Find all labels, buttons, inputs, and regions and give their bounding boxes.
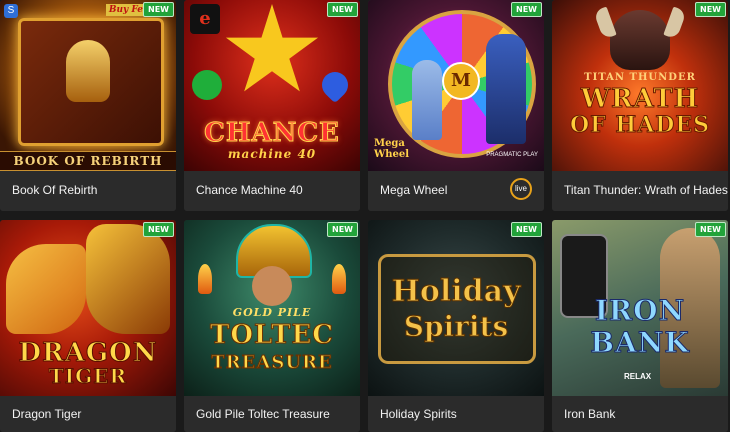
toltec-face (252, 266, 292, 306)
host-man (486, 34, 526, 144)
game-art-title: Holiday (391, 274, 521, 310)
game-title: Iron Bank (564, 407, 616, 421)
new-badge: NEW (695, 222, 726, 237)
game-art-title: CHANCE (204, 118, 340, 149)
new-badge: NEW (695, 2, 726, 17)
new-badge: NEW (511, 222, 542, 237)
provider-label: RELAX (624, 372, 652, 381)
horn-right (663, 6, 687, 40)
game-art-bottom: Spirits (403, 310, 509, 344)
game-thumbnail[interactable]: TITAN THUNDER WRATH OF HADES NEW (552, 0, 728, 172)
game-thumbnail[interactable]: DRAGON TIGER NEW (0, 220, 176, 396)
game-grid: Buy Fe S BOOK OF REBIRTH NEW Book Of Reb… (0, 0, 730, 432)
game-art-bottom: TIGER (48, 364, 128, 389)
game-thumbnail[interactable]: Buy Fe S BOOK OF REBIRTH NEW (0, 0, 176, 172)
game-thumbnail[interactable]: IRON BANK RELAX NEW (552, 220, 728, 396)
game-art-title: IRON (594, 294, 686, 328)
game-art-bottom: BANK (590, 326, 690, 360)
game-card-chance-machine-40[interactable]: e CHANCE machine 40 NEW Chance Machine 4… (184, 0, 360, 211)
game-caption: Chance Machine 40 (184, 171, 360, 211)
game-card-book-of-rebirth[interactable]: Buy Fe S BOOK OF REBIRTH NEW Book Of Reb… (0, 0, 176, 211)
new-badge: NEW (327, 222, 358, 237)
game-title: Titan Thunder: Wrath of Hades (564, 183, 728, 197)
game-caption: Gold Pile Toltec Treasure (184, 396, 360, 432)
star-art (225, 4, 319, 92)
hades-head (610, 10, 670, 70)
new-badge: NEW (143, 222, 174, 237)
game-thumbnail[interactable]: GOLD PILE TOLTEC TREASURE NEW (184, 220, 360, 396)
game-card-mega-wheel[interactable]: M Mega Wheel PRAGMATIC PLAY NEW Mega Whe… (368, 0, 544, 211)
live-badge: live (510, 178, 532, 200)
game-caption: Titan Thunder: Wrath of Hades (552, 171, 728, 211)
spade-icon (316, 66, 354, 104)
game-card-dragon-tiger[interactable]: DRAGON TIGER NEW Dragon Tiger (0, 220, 176, 432)
game-caption: Iron Bank (552, 396, 728, 432)
game-thumbnail[interactable]: M Mega Wheel PRAGMATIC PLAY NEW (368, 0, 544, 172)
game-art-top: GOLD PILE (232, 306, 312, 319)
game-art-title: BOOK OF REBIRTH (0, 151, 176, 171)
game-caption: Book Of Rebirth (0, 171, 176, 211)
game-thumbnail[interactable]: e CHANCE machine 40 NEW (184, 0, 360, 172)
game-art-title: WRATH (580, 84, 700, 115)
buy-feature-tag: Buy Fe (105, 4, 146, 16)
host-woman (412, 60, 442, 140)
game-art-logo: Mega Wheel (374, 138, 410, 160)
clover-icon (192, 70, 222, 100)
wheel-hub: M (442, 62, 480, 100)
frame-border (378, 254, 536, 364)
game-caption: Dragon Tiger (0, 396, 176, 432)
game-title: Holiday Spirits (380, 407, 457, 421)
game-card-iron-bank[interactable]: IRON BANK RELAX NEW Iron Bank (552, 220, 728, 432)
horn-left (593, 6, 617, 40)
provider-logo-icon: S (4, 4, 18, 18)
torch-right (332, 264, 346, 294)
game-card-holiday-spirits[interactable]: Holiday Spirits NEW Holiday Spirits (368, 220, 544, 432)
game-art-bottom: OF HADES (569, 112, 711, 139)
new-badge: NEW (511, 2, 542, 17)
torch-left (198, 264, 212, 294)
tiger-art (86, 224, 170, 334)
new-badge: NEW (327, 2, 358, 17)
game-title: Chance Machine 40 (196, 183, 303, 197)
game-card-titan-thunder[interactable]: TITAN THUNDER WRATH OF HADES NEW Titan T… (552, 0, 728, 211)
game-art-bottom: TREASURE (211, 352, 333, 374)
game-art-subtitle: machine 40 (227, 147, 317, 161)
provider-label: PRAGMATIC PLAY (486, 152, 538, 158)
game-caption: Holiday Spirits (368, 396, 544, 432)
game-art-title: TOLTEC (209, 320, 334, 351)
game-card-gold-pile-toltec-treasure[interactable]: GOLD PILE TOLTEC TREASURE NEW Gold Pile … (184, 220, 360, 432)
game-title: Gold Pile Toltec Treasure (196, 407, 330, 421)
provider-logo-icon: e (190, 4, 220, 34)
game-title: Dragon Tiger (12, 407, 82, 421)
dragon-art (6, 244, 86, 334)
game-title: Book Of Rebirth (12, 183, 98, 197)
game-title: Mega Wheel (380, 183, 448, 197)
game-thumbnail[interactable]: Holiday Spirits NEW (368, 220, 544, 396)
game-caption: Mega Wheel live (368, 171, 544, 211)
new-badge: NEW (143, 2, 174, 17)
game-art-top: TITAN THUNDER (584, 72, 696, 83)
scarab-emblem (66, 40, 110, 102)
